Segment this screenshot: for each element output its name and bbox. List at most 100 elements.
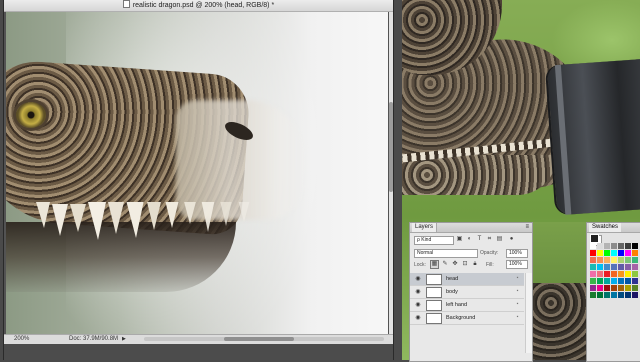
color-swatch[interactable] (590, 292, 596, 298)
color-swatch[interactable] (632, 285, 638, 291)
color-swatch[interactable] (597, 257, 603, 263)
layer-kind-filter[interactable]: ρ Kind (414, 236, 454, 245)
color-swatch[interactable] (597, 271, 603, 277)
color-swatch[interactable] (604, 278, 610, 284)
color-swatch[interactable] (597, 285, 603, 291)
color-swatch[interactable] (618, 271, 624, 277)
color-swatch[interactable] (632, 243, 638, 249)
layer-row-background[interactable]: ◉ Background ▪ (410, 312, 524, 325)
color-swatch[interactable] (625, 250, 631, 256)
color-swatch[interactable] (632, 257, 638, 263)
vertical-scrollbar-thumb[interactable] (389, 102, 393, 192)
color-swatch[interactable] (611, 243, 617, 249)
swatches-tab[interactable]: Swatches (589, 223, 622, 232)
color-swatch[interactable] (618, 243, 624, 249)
color-swatch[interactable] (597, 278, 603, 284)
color-swatch[interactable] (604, 250, 610, 256)
document-window[interactable]: realistic dragon.psd @ 200% (head, RGB/8… (4, 0, 393, 360)
color-swatch[interactable] (618, 292, 624, 298)
lock-all-icon[interactable]: 🔒︎ (471, 260, 479, 268)
lock-transparent-pixels-icon[interactable]: ▦ (430, 260, 439, 269)
visibility-eye-icon[interactable]: ◉ (414, 301, 422, 309)
type-filter-icon[interactable]: T (476, 236, 483, 243)
layers-scrollbar[interactable] (525, 273, 532, 353)
color-swatch[interactable] (604, 292, 610, 298)
pixel-filter-icon[interactable]: ▣ (456, 236, 463, 243)
status-menu-arrow-icon[interactable]: ▶ (122, 335, 126, 344)
color-swatch[interactable] (604, 264, 610, 270)
color-swatch[interactable] (597, 292, 603, 298)
visibility-eye-icon[interactable]: ◉ (414, 288, 422, 296)
color-swatch[interactable] (618, 285, 624, 291)
color-swatch[interactable] (625, 264, 631, 270)
color-swatch[interactable] (611, 257, 617, 263)
reference-grass (531, 222, 586, 283)
color-swatch[interactable] (590, 250, 596, 256)
visibility-eye-icon[interactable]: ◉ (414, 275, 422, 283)
color-swatch[interactable] (632, 278, 638, 284)
vertical-scrollbar[interactable] (389, 12, 393, 334)
color-swatch[interactable] (625, 243, 631, 249)
color-swatch[interactable] (618, 278, 624, 284)
color-swatch[interactable] (632, 264, 638, 270)
color-swatch[interactable] (604, 257, 610, 263)
layer-row-head[interactable]: ◉ head ▪ (410, 273, 524, 286)
color-swatch[interactable] (590, 285, 596, 291)
lock-image-pixels-icon[interactable]: ✎ (441, 260, 449, 268)
color-swatch[interactable] (611, 285, 617, 291)
color-swatch[interactable] (611, 264, 617, 270)
color-swatch[interactable] (618, 250, 624, 256)
layer-lock-icon: ▪ (516, 275, 519, 281)
color-swatch[interactable] (597, 243, 603, 249)
color-swatch[interactable] (625, 271, 631, 277)
swatches-panel-header: Swatches (587, 223, 640, 233)
color-swatch[interactable] (590, 264, 596, 270)
color-swatch[interactable] (611, 278, 617, 284)
horizontal-scrollbar[interactable] (144, 337, 384, 341)
lock-artboard-icon[interactable]: ⊡ (461, 260, 469, 268)
color-swatch[interactable] (618, 264, 624, 270)
color-swatch[interactable] (604, 285, 610, 291)
color-swatch[interactable] (597, 264, 603, 270)
color-swatch[interactable] (625, 257, 631, 263)
color-swatch[interactable] (632, 250, 638, 256)
smart-object-filter-icon[interactable]: ▤ (496, 236, 503, 243)
color-swatch[interactable] (625, 285, 631, 291)
filter-toggle-icon[interactable]: ● (508, 236, 515, 243)
zoom-level[interactable]: 200% (14, 335, 29, 344)
color-swatch[interactable] (597, 250, 603, 256)
foreground-background-swatch[interactable] (590, 234, 599, 243)
canvas[interactable] (6, 12, 388, 334)
color-swatch[interactable] (611, 250, 617, 256)
color-swatch[interactable] (625, 278, 631, 284)
adjustment-filter-icon[interactable]: ◐ (466, 236, 473, 243)
color-swatch[interactable] (632, 292, 638, 298)
color-swatch[interactable] (625, 292, 631, 298)
layer-thumbnail (426, 274, 442, 285)
layer-row-body[interactable]: ◉ body ▪ (410, 286, 524, 299)
color-swatch[interactable] (618, 257, 624, 263)
panel-menu-icon[interactable]: ≡ (525, 223, 529, 232)
color-swatch[interactable] (611, 271, 617, 277)
layer-row-left-hand[interactable]: ◉ left hand ▪ (410, 299, 524, 312)
layer-thumbnail (426, 300, 442, 311)
horizontal-scrollbar-thumb[interactable] (224, 337, 294, 341)
color-swatch[interactable] (632, 271, 638, 277)
fill-field[interactable]: 100% (506, 260, 528, 269)
lock-position-icon[interactable]: ✥ (451, 260, 459, 268)
shape-filter-icon[interactable]: ⌗ (486, 236, 493, 243)
color-swatch[interactable] (611, 292, 617, 298)
document-titlebar[interactable]: realistic dragon.psd @ 200% (head, RGB/8… (4, 0, 393, 12)
layers-panel: Layers ≡ ρ Kind ▣ ◐ T ⌗ ▤ ● Normal Opaci… (409, 222, 533, 362)
layer-lock-icon: ▪ (516, 301, 519, 307)
layers-tab[interactable]: Layers (412, 223, 438, 232)
color-swatch[interactable] (590, 257, 596, 263)
blend-mode-select[interactable]: Normal (414, 249, 478, 258)
visibility-eye-icon[interactable]: ◉ (414, 314, 422, 322)
color-swatch[interactable] (590, 278, 596, 284)
opacity-field[interactable]: 100% (506, 249, 528, 258)
color-swatch[interactable] (604, 271, 610, 277)
color-swatch[interactable] (590, 243, 596, 249)
color-swatch[interactable] (590, 271, 596, 277)
color-swatch[interactable] (604, 243, 610, 249)
